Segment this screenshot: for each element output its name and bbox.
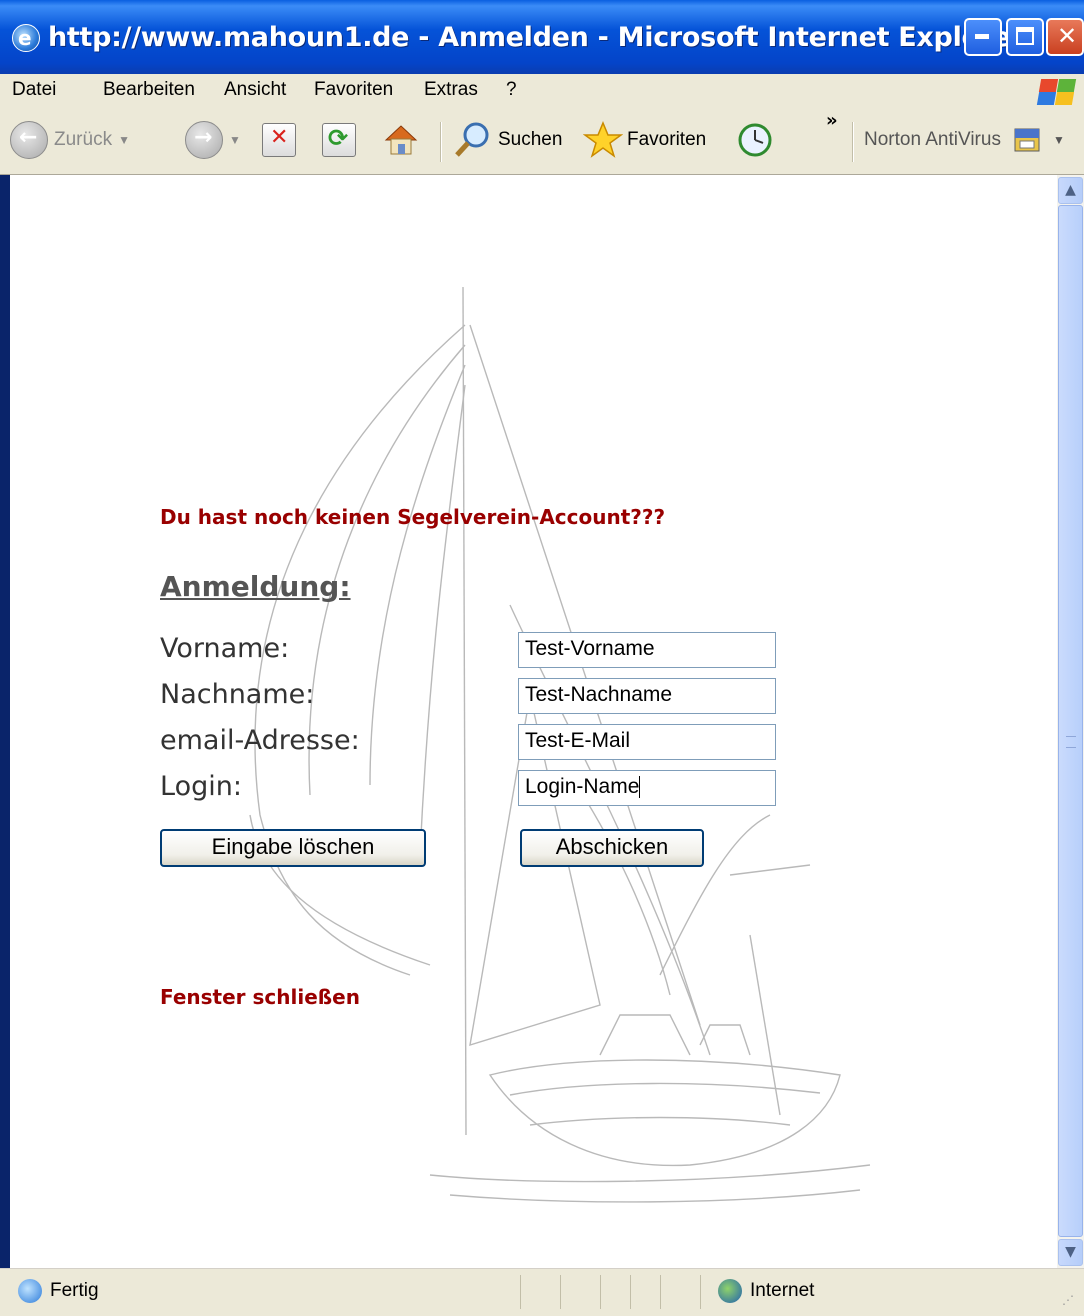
last-name-label: Nachname: — [160, 679, 315, 710]
email-label: email-Adresse: — [160, 725, 360, 756]
status-bar: Fertig Internet ⋰ — [0, 1268, 1084, 1316]
email-field[interactable]: Test-E-Mail — [518, 724, 776, 760]
refresh-button[interactable]: ⟳ — [322, 120, 356, 160]
search-icon — [455, 122, 489, 157]
first-name-label: Vorname: — [160, 633, 290, 664]
search-button[interactable]: Suchen — [452, 120, 562, 160]
page-status-icon — [18, 1279, 42, 1303]
close-window-link[interactable]: Fenster schließen — [160, 985, 360, 1009]
page-title: Anmeldung: — [160, 570, 351, 603]
close-button[interactable]: ✕ — [1046, 18, 1084, 56]
menu-extras[interactable]: Extras — [424, 79, 478, 101]
zone-text: Internet — [750, 1280, 815, 1301]
login-field[interactable]: Login-Name — [518, 770, 776, 806]
history-icon — [738, 123, 772, 157]
back-label: Zurück — [54, 129, 113, 150]
status-separator — [630, 1275, 631, 1309]
favorites-star-icon — [583, 121, 623, 158]
window-title: http://www.mahoun1.de - Anmelden - Micro… — [48, 22, 1024, 53]
favorites-label: Favoriten — [627, 129, 707, 150]
no-account-notice: Du hast noch keinen Segelverein-Account?… — [160, 505, 666, 529]
title-bar[interactable]: e http://www.mahoun1.de - Anmelden - Mic… — [0, 0, 1084, 74]
status-left: Fertig — [18, 1279, 99, 1303]
reset-button[interactable]: Eingabe löschen — [160, 829, 426, 867]
home-button[interactable] — [382, 120, 420, 160]
menu-ansicht[interactable]: Ansicht — [224, 79, 286, 101]
status-separator — [560, 1275, 561, 1309]
back-arrow-icon — [10, 121, 48, 159]
login-label: Login: — [160, 771, 242, 802]
menu-favoriten[interactable]: Favoriten — [314, 79, 393, 101]
security-zone: Internet — [718, 1279, 814, 1303]
norton-icon — [1014, 128, 1040, 152]
status-separator — [520, 1275, 521, 1309]
status-separator — [600, 1275, 601, 1309]
scroll-up-button[interactable]: ▲ — [1058, 177, 1083, 204]
refresh-icon: ⟳ — [322, 123, 356, 157]
toolbar-overflow-chevron[interactable]: » — [826, 110, 838, 131]
page-content: Du hast noch keinen Segelverein-Account?… — [10, 175, 1057, 1268]
stop-icon: ✕ — [262, 123, 296, 157]
text-caret — [639, 776, 641, 799]
norton-antivirus-button[interactable]: Norton AntiVirus ▼ — [864, 120, 1065, 160]
close-icon: ✕ — [1057, 22, 1078, 50]
status-separator — [700, 1275, 701, 1309]
last-name-field[interactable]: Test-Nachname — [518, 678, 776, 714]
norton-label: Norton AntiVirus — [864, 129, 1001, 150]
back-dropdown-icon: ▼ — [118, 133, 130, 147]
menu-bearbeiten[interactable]: Bearbeiten — [103, 79, 195, 101]
toolbar-separator — [440, 122, 442, 162]
favorites-button[interactable]: Favoriten — [583, 120, 706, 160]
minimize-button[interactable] — [964, 18, 1002, 56]
forward-dropdown-icon: ▼ — [229, 133, 241, 147]
browser-window: e http://www.mahoun1.de - Anmelden - Mic… — [0, 0, 1084, 1316]
sailboat-sketch-background — [249, 286, 871, 1203]
stop-button[interactable]: ✕ — [262, 120, 296, 160]
scroll-thumb-grip — [1066, 736, 1076, 748]
ie-page-icon: e — [12, 24, 40, 52]
forward-arrow-icon — [185, 121, 223, 159]
history-button[interactable] — [736, 120, 774, 160]
first-name-field[interactable]: Test-Vorname — [518, 632, 776, 668]
scroll-down-button[interactable]: ▼ — [1058, 1239, 1083, 1266]
maximize-icon — [1016, 27, 1034, 45]
windows-flag-icon — [1034, 76, 1077, 106]
toolbar-separator — [852, 122, 854, 162]
menu-help[interactable]: ? — [506, 79, 517, 101]
maximize-button[interactable] — [1006, 18, 1044, 56]
back-button[interactable]: Zurück ▼ — [10, 120, 130, 160]
status-text: Fertig — [50, 1280, 99, 1301]
vertical-scrollbar[interactable]: ▲ ▼ — [1057, 175, 1084, 1268]
resize-grip-icon[interactable]: ⋰ — [1062, 1293, 1074, 1307]
toolbar: Zurück ▼ ▼ ✕ ⟳ Suchen — [0, 108, 1084, 175]
scroll-thumb[interactable] — [1058, 205, 1083, 1237]
login-field-value: Login-Name — [525, 775, 640, 798]
internet-globe-icon — [718, 1279, 742, 1303]
menu-datei[interactable]: Datei — [12, 79, 56, 101]
norton-dropdown-icon: ▼ — [1052, 133, 1065, 147]
submit-button[interactable]: Abschicken — [520, 829, 704, 867]
status-separator — [660, 1275, 661, 1309]
home-icon — [384, 125, 418, 155]
minimize-icon — [975, 34, 989, 39]
menu-bar: Datei Bearbeiten Ansicht Favoriten Extra… — [0, 74, 1084, 109]
forward-button[interactable]: ▼ — [185, 120, 241, 160]
search-label: Suchen — [498, 129, 563, 150]
